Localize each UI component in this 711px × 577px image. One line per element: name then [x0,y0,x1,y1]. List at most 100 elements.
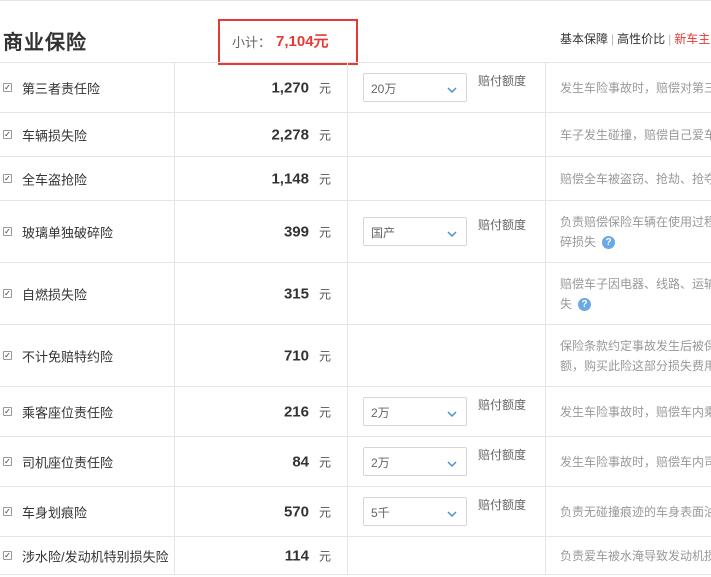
row-checkbox[interactable]: ✓ [3,350,12,360]
coverage-label: 赔付额度 [478,397,527,412]
insurance-price: 315 [283,285,309,302]
description-line: 发生车险事故时，赔偿对第三 [560,80,711,95]
insurance-description: 车子发生碰撞，赔偿自己爱车 [560,125,711,145]
description-line: 赔偿全车被盗窃、抢劫、抢夺 [560,171,711,186]
column-divider [174,387,175,436]
insurance-description: 赔偿车子因电器、线路、运输失? [560,274,711,314]
column-divider [545,437,546,486]
tab-basic[interactable]: 基本保障 [560,32,608,46]
coverage-label: 赔付额度 [478,447,527,462]
coverage-select[interactable]: 20万 [363,72,467,102]
price-unit: 元 [319,128,332,142]
row-checkbox[interactable]: ✓ [3,82,12,92]
column-divider [347,537,348,574]
tab-separator: | [611,32,615,46]
subtotal-value: 7,104元 [276,33,329,50]
insurance-price: 1,270 [271,79,309,96]
table-row: ✓ 不计免赔特约险 710 元 保险条款约定事故发生后被保 额，购买此险这部分损失费用 [0,325,711,387]
column-divider [174,157,175,200]
column-divider [545,263,546,324]
coverage-select-value: 国产 [371,225,396,240]
coverage-select[interactable]: 5千 [363,496,467,526]
column-divider [347,487,348,536]
insurance-description: 负责爱车被水淹导致发动机损 [560,546,711,566]
table-row: ✓ 全车盗抢险 1,148 元 赔偿全车被盗窃、抢劫、抢夺 [0,157,711,201]
row-checkbox[interactable]: ✓ [3,129,12,139]
plan-tabs: 基本保障 | 高性价比 | 新车主 [560,30,710,47]
insurance-price: 84 [292,453,309,470]
insurance-price: 570 [283,503,309,520]
insurance-name: 玻璃单独破碎险 [22,225,114,240]
insurance-name: 第三者责任险 [22,81,101,96]
column-divider [174,201,175,262]
insurance-description: 发生车险事故时，赔偿车内司 [560,452,711,472]
column-divider [347,201,348,262]
insurance-price: 710 [283,347,309,364]
row-checkbox[interactable]: ✓ [3,406,12,416]
insurance-name: 车身划痕险 [22,505,88,520]
insurance-description: 负责无碰撞痕迹的车身表面油 [560,502,711,522]
coverage-select[interactable]: 2万 [363,446,467,476]
column-divider [347,157,348,200]
table-row: ✓ 第三者责任险 1,270 元 20万 赔付额度 发生车险事故时，赔偿对第三 [0,63,711,113]
row-checkbox[interactable]: ✓ [3,456,12,466]
insurance-description: 保险条款约定事故发生后被保 额，购买此险这部分损失费用 [560,336,711,376]
tab-new-owner[interactable]: 新车主 [674,32,710,46]
coverage-select[interactable]: 2万 [363,396,467,426]
row-checkbox[interactable]: ✓ [3,226,12,236]
column-divider [174,113,175,156]
description-line: 赔偿车子因电器、线路、运输 [560,276,711,291]
insurance-price: 2,278 [271,126,309,143]
table-row: ✓ 车身划痕险 570 元 5千 赔付额度 负责无碰撞痕迹的车身表面油 [0,487,711,537]
price-unit: 元 [319,225,332,239]
table-row: ✓ 乘客座位责任险 216 元 2万 赔付额度 发生车险事故时，赔偿车内乘 [0,387,711,437]
tab-value[interactable]: 高性价比 [617,32,665,46]
row-checkbox[interactable]: ✓ [3,173,12,183]
column-divider [545,487,546,536]
section-header: 商业保险 小计： 7,104元 基本保障 | 高性价比 | 新车主 [0,0,711,65]
insurance-name: 全车盗抢险 [22,172,88,187]
column-divider [545,113,546,156]
description-line: 车子发生碰撞，赔偿自己爱车 [560,127,711,142]
insurance-name: 自燃损失险 [22,287,88,302]
row-checkbox[interactable]: ✓ [3,550,12,560]
column-divider [174,263,175,324]
chevron-down-icon [447,456,457,467]
column-divider [545,157,546,200]
column-divider [347,387,348,436]
coverage-label: 赔付额度 [478,73,527,88]
price-unit: 元 [319,287,332,301]
help-icon[interactable]: ? [602,235,616,249]
coverage-label: 赔付额度 [478,217,527,232]
column-divider [174,537,175,574]
insurance-name: 乘客座位责任险 [22,405,114,420]
column-divider [347,63,348,112]
table-row: ✓ 玻璃单独破碎险 399 元 国产 赔付额度 负责赔偿保险车辆在使用过程 碎损失? [0,201,711,263]
description-line: 失? [560,294,711,314]
column-divider [545,537,546,574]
subtotal-label: 小计： [232,35,272,50]
column-divider [174,437,175,486]
description-line: 碎损失? [560,232,711,252]
column-divider [545,325,546,386]
coverage-select[interactable]: 国产 [363,216,467,246]
description-line: 额，购买此险这部分损失费用 [560,358,711,373]
insurance-table: ✓ 第三者责任险 1,270 元 20万 赔付额度 发生车险事故时，赔偿对第三 ✓ 车辆损失险 2… [0,62,711,575]
coverage-select-value: 5千 [371,505,390,520]
description-line: 负责无碰撞痕迹的车身表面油 [560,504,711,519]
description-line: 负责赔偿保险车辆在使用过程 [560,214,711,229]
column-divider [174,487,175,536]
table-row: ✓ 司机座位责任险 84 元 2万 赔付额度 发生车险事故时，赔偿车内司 [0,437,711,487]
insurance-description: 发生车险事故时，赔偿车内乘 [560,402,711,422]
column-divider [174,325,175,386]
row-checkbox[interactable]: ✓ [3,288,12,298]
column-divider [174,63,175,112]
description-line: 发生车险事故时，赔偿车内乘 [560,404,711,419]
table-row: ✓ 自燃损失险 315 元 赔偿车子因电器、线路、运输失? [0,263,711,325]
row-checkbox[interactable]: ✓ [3,506,12,516]
insurance-name: 不计免赔特约险 [22,349,114,364]
chevron-down-icon [447,506,457,517]
table-row: ✓ 车辆损失险 2,278 元 车子发生碰撞，赔偿自己爱车 [0,113,711,157]
help-icon[interactable]: ? [578,297,592,311]
price-unit: 元 [319,549,332,563]
